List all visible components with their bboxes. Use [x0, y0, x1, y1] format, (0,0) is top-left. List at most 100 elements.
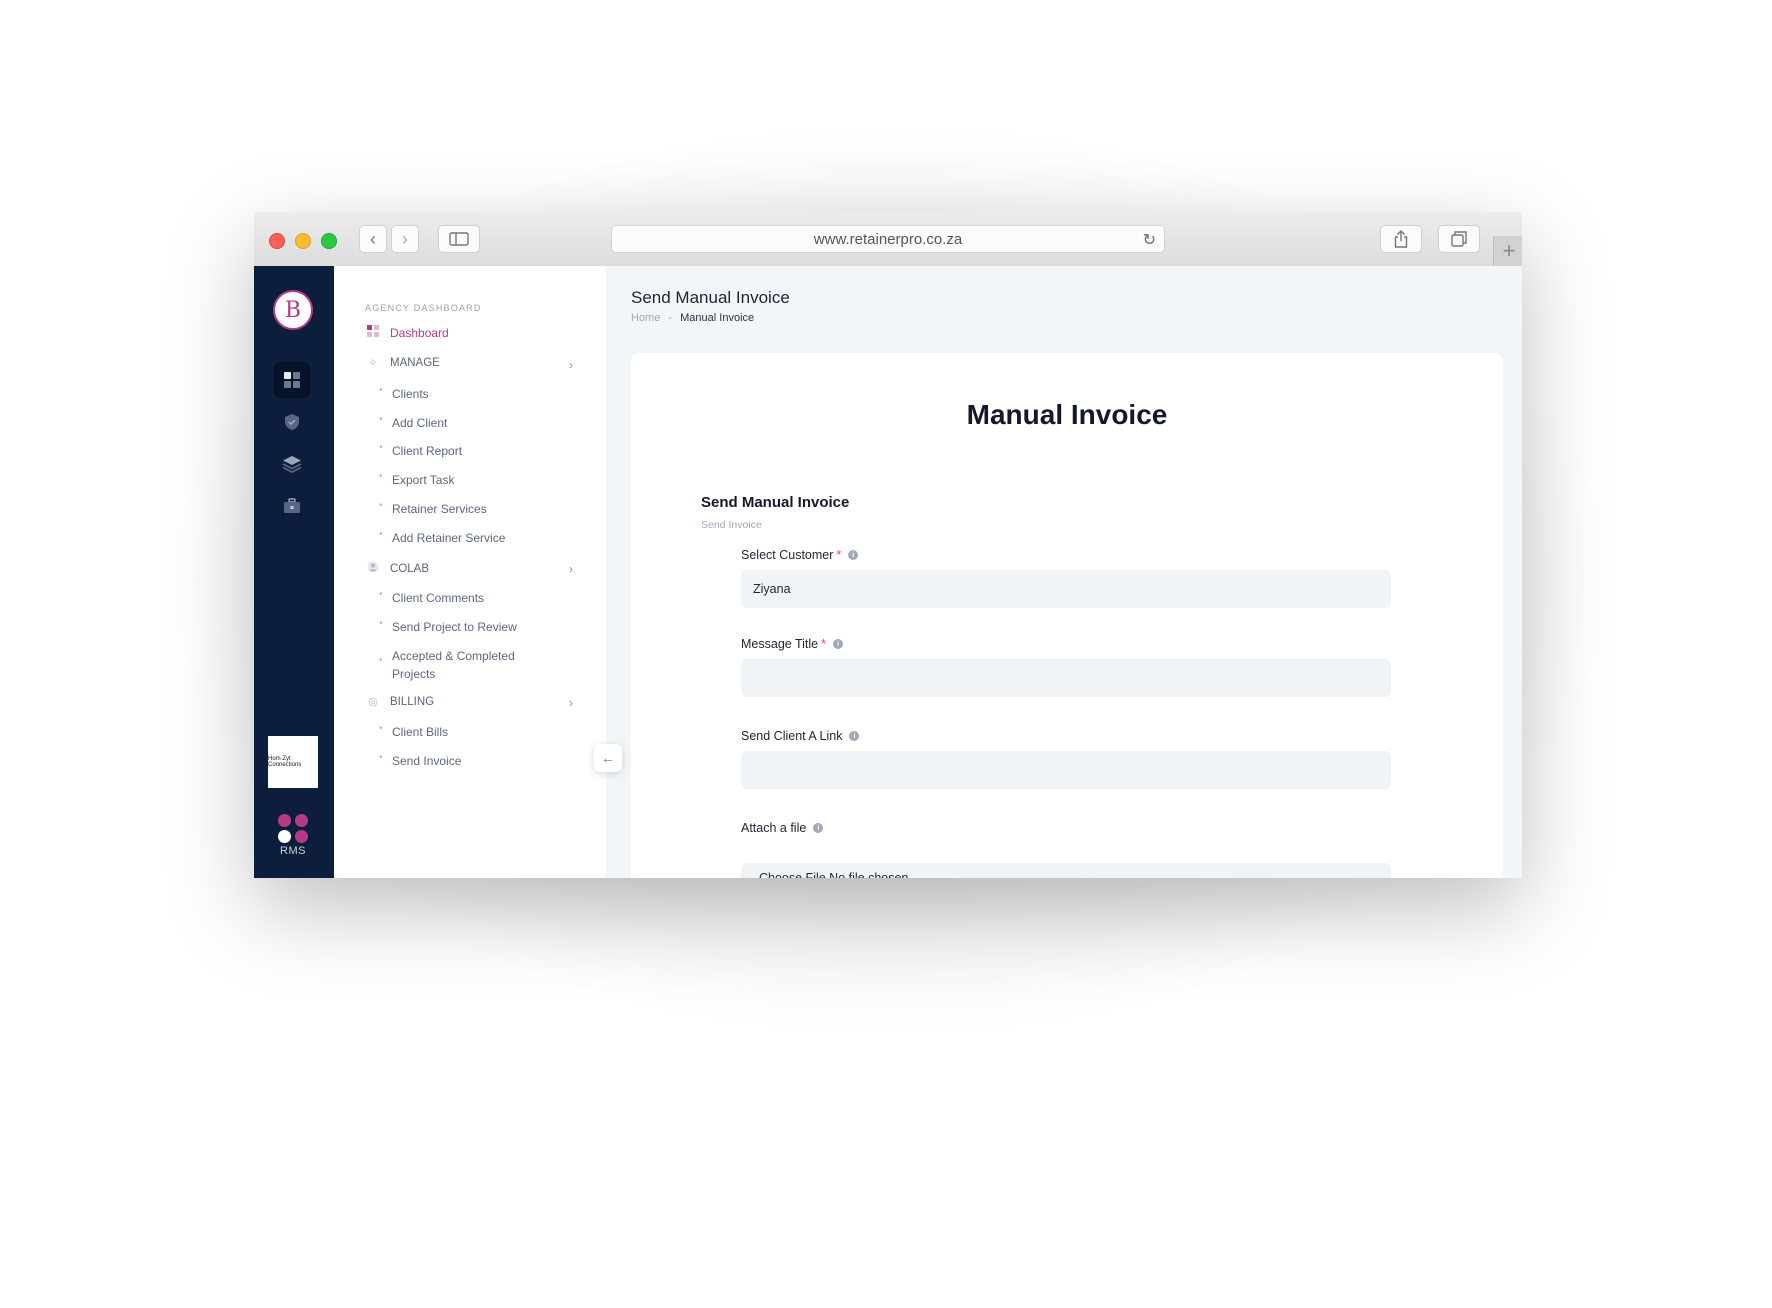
rms-dot — [294, 830, 308, 843]
required-asterisk: * — [821, 637, 826, 651]
chevron-right-icon: › — [402, 228, 408, 249]
bullet-icon: • — [379, 618, 383, 629]
bullet-icon: • — [379, 589, 383, 600]
rms-logo: RMS — [276, 814, 310, 857]
chevron-right-icon[interactable]: › — [569, 562, 573, 576]
invoice-card: Manual Invoice Send Manual Invoice Send … — [631, 353, 1503, 878]
sidebar-toggle-button[interactable] — [438, 225, 480, 253]
sidebar-item-client-report[interactable]: • Client Report — [379, 442, 542, 460]
sidebar-item-client-bills[interactable]: • Client Bills — [379, 723, 542, 741]
arrow-left-icon: ← — [601, 750, 615, 766]
sidebar-item-retainer-services[interactable]: • Retainer Services — [379, 500, 542, 518]
field-label-text: Message Title — [741, 637, 819, 651]
rms-dots — [276, 814, 310, 843]
sidebar-item-add-retainer-service[interactable]: • Add Retainer Service — [379, 529, 542, 547]
fingerprint-icon: ◎ — [368, 696, 378, 708]
sidebar-section-billing[interactable]: ◎ BILLING — [365, 695, 435, 709]
attach-file-label: Attach a file i — [741, 821, 824, 835]
bullet-icon: • — [379, 723, 383, 734]
breadcrumb: Home - Manual Invoice — [631, 312, 754, 324]
sidebar-item-label: Add Retainer Service — [392, 531, 506, 545]
shield-check-icon — [285, 414, 299, 430]
breadcrumb-separator: - — [668, 312, 673, 324]
plus-icon: + — [1502, 238, 1516, 263]
new-tab-button[interactable]: + — [1493, 236, 1522, 266]
bullet-icon: • — [379, 500, 383, 511]
sidebar-item-client-comments[interactable]: • Client Comments — [379, 589, 542, 607]
sidebar-item-label: Send Invoice — [392, 754, 462, 768]
sidebar-item-label: Client Report — [392, 444, 463, 458]
client-link-input[interactable] — [741, 751, 1391, 789]
info-icon[interactable]: i — [833, 639, 843, 649]
security-rail-button[interactable] — [274, 404, 310, 440]
info-icon[interactable]: i — [849, 731, 860, 741]
message-title-label: Message Title * i — [741, 637, 843, 651]
url-text: www.retainerpro.co.za — [813, 230, 963, 248]
icon-rail: B Hom Zyt Connections RMS — [254, 266, 334, 878]
reload-icon[interactable]: ↻ — [1143, 230, 1156, 250]
section-title: COLAB — [390, 562, 429, 575]
field-label-text: Attach a file — [741, 821, 807, 835]
layers-icon — [282, 456, 302, 473]
sidebar-item-send-invoice[interactable]: • Send Invoice — [379, 752, 542, 770]
section-title: MANAGE — [390, 356, 440, 369]
sidebar-item-send-project-to-review[interactable]: • Send Project to Review — [379, 618, 542, 636]
share-icon — [1394, 230, 1408, 248]
share-button[interactable] — [1380, 225, 1422, 253]
sidebar-item-label: Accepted & Completed Projects — [392, 649, 515, 681]
sidebar-item-accepted-completed-projects[interactable]: • Accepted & Completed Projects — [379, 647, 542, 683]
section-title: BILLING — [390, 695, 435, 708]
user-icon — [365, 561, 381, 576]
sidebar-item-label: Client Comments — [392, 591, 485, 605]
select-customer-field[interactable] — [741, 570, 1391, 608]
close-window-button[interactable] — [269, 233, 285, 249]
attach-file-input[interactable]: Choose File No file chosen — [741, 863, 1391, 878]
chevron-right-icon[interactable]: › — [569, 358, 573, 372]
message-title-input[interactable] — [741, 659, 1391, 697]
forward-button[interactable]: › — [391, 225, 419, 253]
sidebar-item-add-client[interactable]: • Add Client — [379, 414, 542, 432]
sparkle-icon: ✧ — [368, 357, 378, 369]
sidebar-item-export-task[interactable]: • Export Task — [379, 471, 542, 489]
tabs-icon — [1451, 231, 1467, 247]
chevron-right-icon[interactable]: › — [569, 696, 573, 710]
sidebar-item-label: Dashboard — [390, 325, 449, 340]
rms-dot — [277, 814, 291, 827]
field-label-text: Select Customer — [741, 548, 834, 562]
sidebar-icon — [449, 232, 469, 246]
grid-icon — [284, 372, 300, 388]
sidebar-section-colab[interactable]: COLAB — [365, 561, 429, 576]
sidebar-item-label: Retainer Services — [392, 502, 487, 516]
brand-logo-letter: B — [284, 297, 302, 323]
sidebar-menu: AGENCY DASHBOARD Dashboard ✧ MANAGE › • … — [334, 266, 606, 878]
breadcrumb-home[interactable]: Home — [631, 312, 660, 324]
bullet-icon: • — [379, 471, 383, 482]
info-icon[interactable]: i — [848, 550, 859, 560]
minimize-window-button[interactable] — [295, 233, 311, 249]
client-link-label: Send Client A Link i — [741, 729, 860, 743]
collapse-sidebar-button[interactable]: ← — [594, 744, 622, 772]
sidebar-section-manage[interactable]: ✧ MANAGE — [365, 356, 440, 370]
briefcase-rail-button[interactable] — [274, 488, 310, 524]
bullet-icon: • — [379, 385, 383, 396]
select-customer-label: Select Customer * i — [741, 548, 859, 562]
dashboard-icon — [365, 325, 381, 340]
address-bar[interactable]: www.retainerpro.co.za ↻ — [611, 225, 1165, 253]
brand-logo[interactable]: B — [273, 290, 313, 330]
chevron-left-icon: ‹ — [370, 228, 376, 249]
page-title: Send Manual Invoice — [631, 288, 790, 307]
sidebar-item-clients[interactable]: • Clients — [379, 385, 542, 403]
tabs-overview-button[interactable] — [1438, 225, 1480, 253]
info-icon[interactable]: i — [813, 823, 824, 833]
client-company-logo: Hom Zyt Connections — [268, 736, 318, 788]
layers-rail-button[interactable] — [274, 446, 310, 482]
bullet-icon: • — [379, 442, 383, 453]
back-button[interactable]: ‹ — [359, 225, 387, 253]
breadcrumb-current: Manual Invoice — [680, 312, 755, 324]
client-logo-text: Hom Zyt Connections — [268, 756, 302, 768]
maximize-window-button[interactable] — [321, 233, 337, 249]
browser-window: ‹ › www.retainerpro.co.za ↻ + B Hom Zyt … — [254, 212, 1522, 878]
sidebar-item-dashboard[interactable]: Dashboard — [365, 325, 449, 340]
sidebar-item-label: Send Project to Review — [392, 620, 517, 634]
dashboard-rail-button[interactable] — [274, 362, 310, 398]
